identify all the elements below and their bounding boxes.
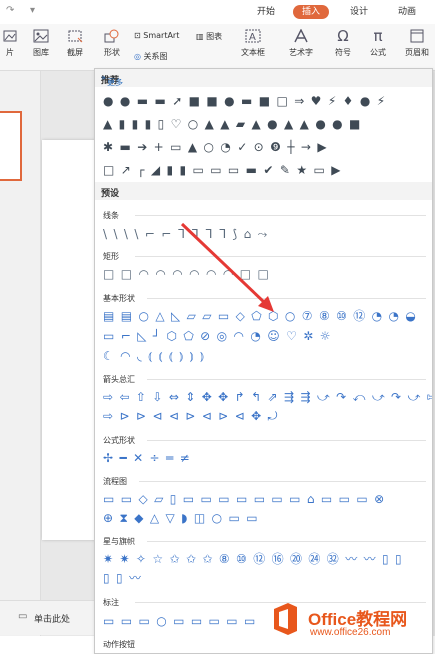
office-logo-icon — [274, 603, 297, 635]
annotation-arrow — [180, 222, 274, 312]
watermark: Office教程网 www.office26.com — [268, 597, 435, 652]
watermark-url: www.office26.com — [310, 627, 391, 638]
